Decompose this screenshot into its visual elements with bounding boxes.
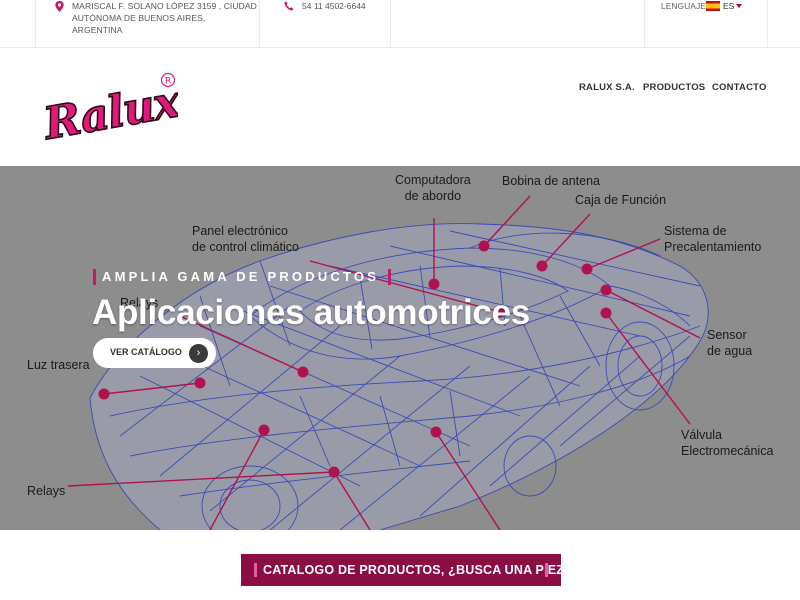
ralux-logo[interactable]: Ralux R bbox=[38, 72, 178, 150]
label-sensor: Sensor de agua bbox=[707, 328, 753, 358]
nav-item-contacto[interactable]: CONTACTO bbox=[712, 82, 767, 93]
top-bar-divider bbox=[390, 0, 391, 48]
label-caja: Caja de Función bbox=[575, 193, 667, 207]
spain-flag-icon bbox=[706, 1, 720, 11]
top-bar-divider bbox=[767, 0, 768, 48]
label-luz: Luz trasera bbox=[27, 358, 90, 372]
label-sistema: Sistema de Precalentamiento bbox=[664, 224, 762, 254]
map-pin-icon bbox=[55, 1, 64, 12]
hero-tagline: AMPLIA GAMA DE PRODUCTOS bbox=[93, 268, 392, 286]
ver-catalogo-button[interactable]: VER CATÁLOGO › bbox=[93, 338, 216, 368]
svg-text:Ralux: Ralux bbox=[38, 76, 178, 150]
site-header: Ralux R RALUX S.A. PRODUCTOS CONTACTO bbox=[0, 48, 800, 166]
address-text: MARISCAL F. SOLANO LÓPEZ 3159 , CIUDAD A… bbox=[72, 1, 257, 35]
label-bobina: Bobina de antena bbox=[502, 174, 601, 188]
language-label: LENGUAJE bbox=[661, 1, 706, 11]
label-computadora: Computadora de abordo bbox=[395, 173, 471, 203]
label-valvula: Válvula Electromecánica bbox=[681, 428, 774, 458]
svg-text:R: R bbox=[165, 77, 171, 87]
top-bar: MARISCAL F. SOLANO LÓPEZ 3159 , CIUDAD A… bbox=[0, 0, 800, 48]
label-relays-bottom: Relays bbox=[27, 484, 66, 498]
hero-banner: Computadora de abordo Bobina de antena C… bbox=[0, 166, 800, 530]
top-bar-divider bbox=[259, 0, 260, 48]
nav-item-productos[interactable]: PRODUCTOS bbox=[643, 82, 705, 93]
address-block: MARISCAL F. SOLANO LÓPEZ 3159 , CIUDAD A… bbox=[55, 0, 257, 48]
catalog-search-button[interactable]: CATALOGO DE PRODUCTOS, ¿BUSCA UNA PIEZA? bbox=[241, 554, 581, 586]
top-bar-divider bbox=[35, 0, 36, 48]
chevron-right-icon[interactable]: › bbox=[189, 344, 208, 363]
phone-number[interactable]: 54 11 4502-6644 bbox=[302, 0, 366, 12]
ver-catalogo-label[interactable]: VER CATÁLOGO bbox=[110, 347, 182, 357]
language-code[interactable]: ES bbox=[723, 0, 734, 12]
hero-headline: Aplicaciones automotrices bbox=[92, 293, 530, 332]
top-bar-divider bbox=[644, 0, 645, 48]
chevron-down-icon[interactable] bbox=[736, 4, 742, 8]
nav-item-ralux[interactable]: RALUX S.A. bbox=[579, 82, 635, 93]
label-panel: Panel electrónico de control climático bbox=[192, 224, 299, 254]
phone-icon bbox=[284, 1, 294, 11]
